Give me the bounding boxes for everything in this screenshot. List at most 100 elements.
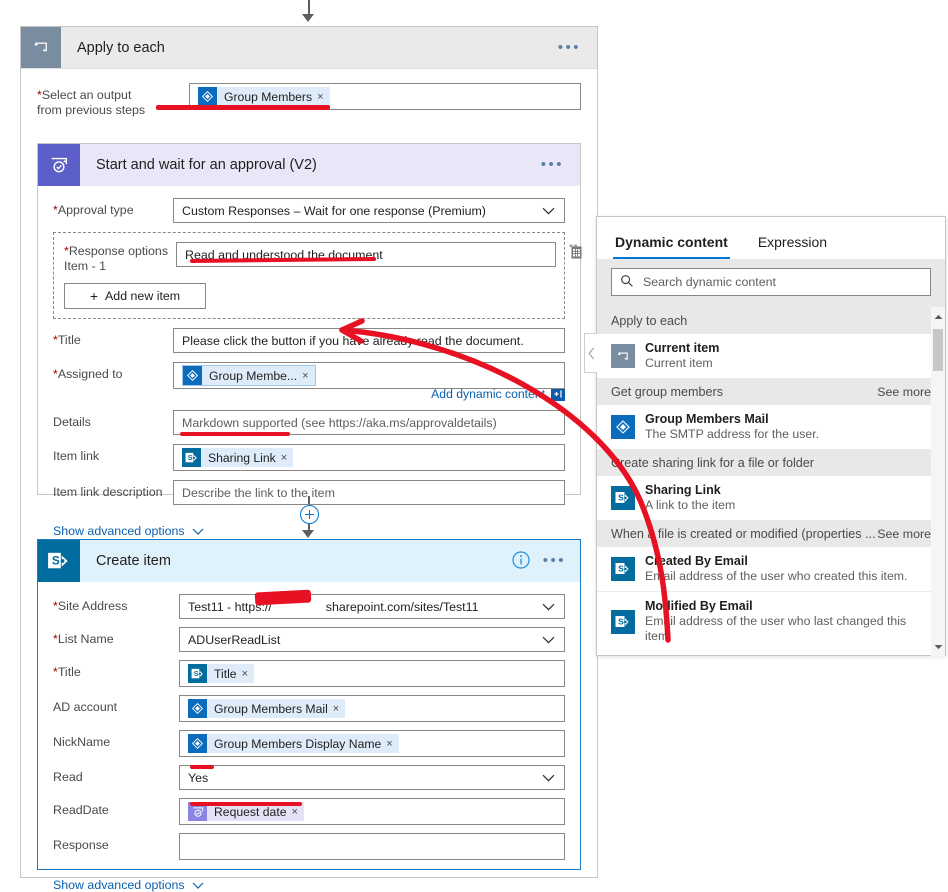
list-item-name: Modified By Email bbox=[645, 599, 753, 613]
ci-title-label: *Title bbox=[53, 660, 179, 680]
close-icon[interactable]: × bbox=[317, 91, 329, 103]
assigned-to-input[interactable]: Group Membe... × bbox=[173, 362, 565, 389]
token-group-members[interactable]: Group Members × bbox=[198, 87, 330, 106]
ad-account-input[interactable]: Group Members Mail × bbox=[179, 695, 565, 722]
search-icon bbox=[620, 274, 634, 291]
tab-dynamic-content[interactable]: Dynamic content bbox=[613, 234, 730, 259]
see-more-link[interactable]: See more bbox=[877, 385, 931, 399]
token-group-members-mail[interactable]: Group Members Mail × bbox=[188, 699, 346, 718]
close-icon[interactable]: × bbox=[281, 452, 293, 464]
annotation-underline-read-yes bbox=[190, 765, 214, 769]
read-control: Yes bbox=[179, 765, 565, 790]
close-icon[interactable]: × bbox=[333, 703, 345, 715]
sharepoint-icon: S bbox=[38, 540, 80, 582]
token-title[interactable]: S Title × bbox=[188, 664, 255, 683]
token-group-members-assigned[interactable]: Group Membe... × bbox=[182, 365, 316, 386]
list-item[interactable]: Current item Current item bbox=[597, 334, 945, 378]
list-name-dropdown[interactable]: ADUserReadList bbox=[179, 627, 565, 652]
create-item-more-button[interactable]: ••• bbox=[543, 553, 566, 568]
approval-show-advanced-label: Show advanced options bbox=[53, 524, 185, 538]
approval-action-card[interactable]: Start and wait for an approval (V2) ••• … bbox=[37, 143, 582, 538]
response-input[interactable] bbox=[179, 833, 565, 860]
dynamic-content-list[interactable]: Apply to each Current item Current item … bbox=[597, 307, 945, 657]
site-address-dropdown[interactable]: Test11 - https://sharepoint.com/sites/Te… bbox=[179, 594, 565, 619]
apply-to-each-more-button[interactable]: ••• bbox=[558, 40, 581, 55]
create-item-show-advanced-options[interactable]: Show advanced options bbox=[53, 878, 204, 892]
approval-title-field-control: Please click the button if you have alre… bbox=[173, 328, 565, 353]
chevron-down-icon[interactable] bbox=[542, 600, 555, 614]
close-icon[interactable]: × bbox=[242, 668, 254, 680]
fx-plus-icon[interactable] bbox=[551, 387, 565, 401]
apply-to-each-header[interactable]: Apply to each ••• bbox=[21, 27, 597, 69]
chevron-down-icon[interactable] bbox=[542, 633, 555, 647]
chevron-left-icon[interactable] bbox=[584, 333, 597, 373]
create-item-header[interactable]: S Create item ••• bbox=[38, 540, 580, 582]
read-dropdown[interactable]: Yes bbox=[179, 765, 565, 790]
tab-expression[interactable]: Expression bbox=[756, 234, 829, 259]
approval-header[interactable]: Start and wait for an approval (V2) ••• bbox=[38, 144, 580, 186]
list-item-text: Modified By Email Email address of the u… bbox=[645, 599, 931, 644]
scroll-up-icon[interactable] bbox=[931, 309, 945, 325]
list-item-text: Created By Email Email address of the us… bbox=[645, 554, 907, 584]
search-placeholder: Search dynamic content bbox=[643, 275, 776, 289]
dynamic-content-tabs: Dynamic content Expression bbox=[597, 217, 945, 259]
response-option-1-input[interactable]: Read and understood the document bbox=[176, 242, 556, 267]
panel-scrollbar[interactable] bbox=[931, 307, 945, 657]
token-group-members-display-name[interactable]: Group Members Display Name × bbox=[188, 734, 399, 753]
info-icon[interactable] bbox=[512, 550, 530, 572]
close-icon[interactable]: × bbox=[292, 806, 304, 818]
list-item[interactable]: S Modified By Email Email address of the… bbox=[597, 591, 945, 651]
assigned-to-label: *Assigned to bbox=[53, 362, 173, 382]
create-item-card[interactable]: S Create item ••• *Site Address Test11 -… bbox=[37, 539, 581, 892]
azure-ad-icon bbox=[611, 415, 635, 439]
svg-text:S: S bbox=[193, 669, 198, 678]
approval-title-input[interactable]: Please click the button if you have alre… bbox=[173, 328, 565, 353]
close-icon[interactable]: × bbox=[302, 370, 314, 382]
loop-icon bbox=[21, 27, 61, 68]
insert-step-button[interactable] bbox=[300, 505, 319, 524]
response-options-label: *Response options Item - 1 + Add new ite… bbox=[64, 242, 206, 309]
approval-type-dropdown[interactable]: Custom Responses – Wait for one response… bbox=[173, 198, 565, 223]
list-item[interactable]: S Sharing Link A link to the item bbox=[597, 476, 945, 520]
dynamic-content-panel[interactable]: Dynamic content Expression Search dynami… bbox=[584, 216, 946, 657]
assigned-to-label-text: Assigned to bbox=[57, 367, 123, 381]
search-input[interactable]: Search dynamic content bbox=[611, 268, 931, 296]
item-link-description-input[interactable]: Describe the link to the item bbox=[173, 480, 565, 505]
field-row-ad-account: AD account Group Members Mail × bbox=[53, 695, 565, 722]
sharepoint-icon: S bbox=[611, 557, 635, 581]
group-name: When a file is created or modified (prop… bbox=[611, 526, 876, 541]
plus-icon: + bbox=[89, 287, 99, 304]
apply-to-each-title: Apply to each bbox=[77, 39, 165, 56]
details-label: Details bbox=[53, 415, 91, 429]
token-sharing-link[interactable]: S Sharing Link × bbox=[182, 448, 294, 467]
add-dynamic-content-link[interactable]: Add dynamic content bbox=[431, 387, 545, 401]
item-link-input[interactable]: S Sharing Link × bbox=[173, 444, 565, 471]
see-more-link[interactable]: See more bbox=[877, 527, 931, 541]
add-new-item-label: Add new item bbox=[105, 288, 181, 303]
item-link-label: Item link bbox=[53, 449, 100, 463]
group-header-when-file-created: When a file is created or modified (prop… bbox=[597, 520, 945, 547]
chevron-down-icon[interactable] bbox=[542, 204, 555, 218]
svg-text:S: S bbox=[618, 616, 624, 626]
group-name: Get group members bbox=[611, 384, 723, 399]
approval-show-advanced-options[interactable]: Show advanced options bbox=[53, 524, 204, 538]
scroll-down-icon[interactable] bbox=[931, 639, 945, 655]
approval-more-button[interactable]: ••• bbox=[541, 157, 564, 172]
response-options-group: *Response options Item - 1 + Add new ite… bbox=[53, 232, 582, 319]
close-icon[interactable]: × bbox=[386, 738, 398, 750]
switch-to-array-icon[interactable] bbox=[568, 243, 584, 263]
nickname-label: NickName bbox=[53, 735, 111, 749]
create-item-body: *Site Address Test11 - https://sharepoin… bbox=[38, 582, 580, 892]
nickname-input[interactable]: Group Members Display Name × bbox=[179, 730, 565, 757]
ci-title-input[interactable]: S Title × bbox=[179, 660, 565, 687]
list-item[interactable]: S Created By Email Email address of the … bbox=[597, 547, 945, 591]
scrollbar-thumb[interactable] bbox=[933, 329, 943, 371]
approval-title: Start and wait for an approval (V2) bbox=[96, 157, 317, 173]
list-item[interactable]: Group Members Mail The SMTP address for … bbox=[597, 405, 945, 449]
list-item-desc: The SMTP address for the user. bbox=[645, 427, 820, 441]
list-item-desc: Current item bbox=[645, 356, 713, 370]
list-name-label: *List Name bbox=[53, 627, 179, 647]
connector-line-mid-upper bbox=[308, 496, 310, 504]
list-item-desc: A link to the item bbox=[645, 498, 736, 512]
chevron-down-icon[interactable] bbox=[542, 771, 555, 785]
